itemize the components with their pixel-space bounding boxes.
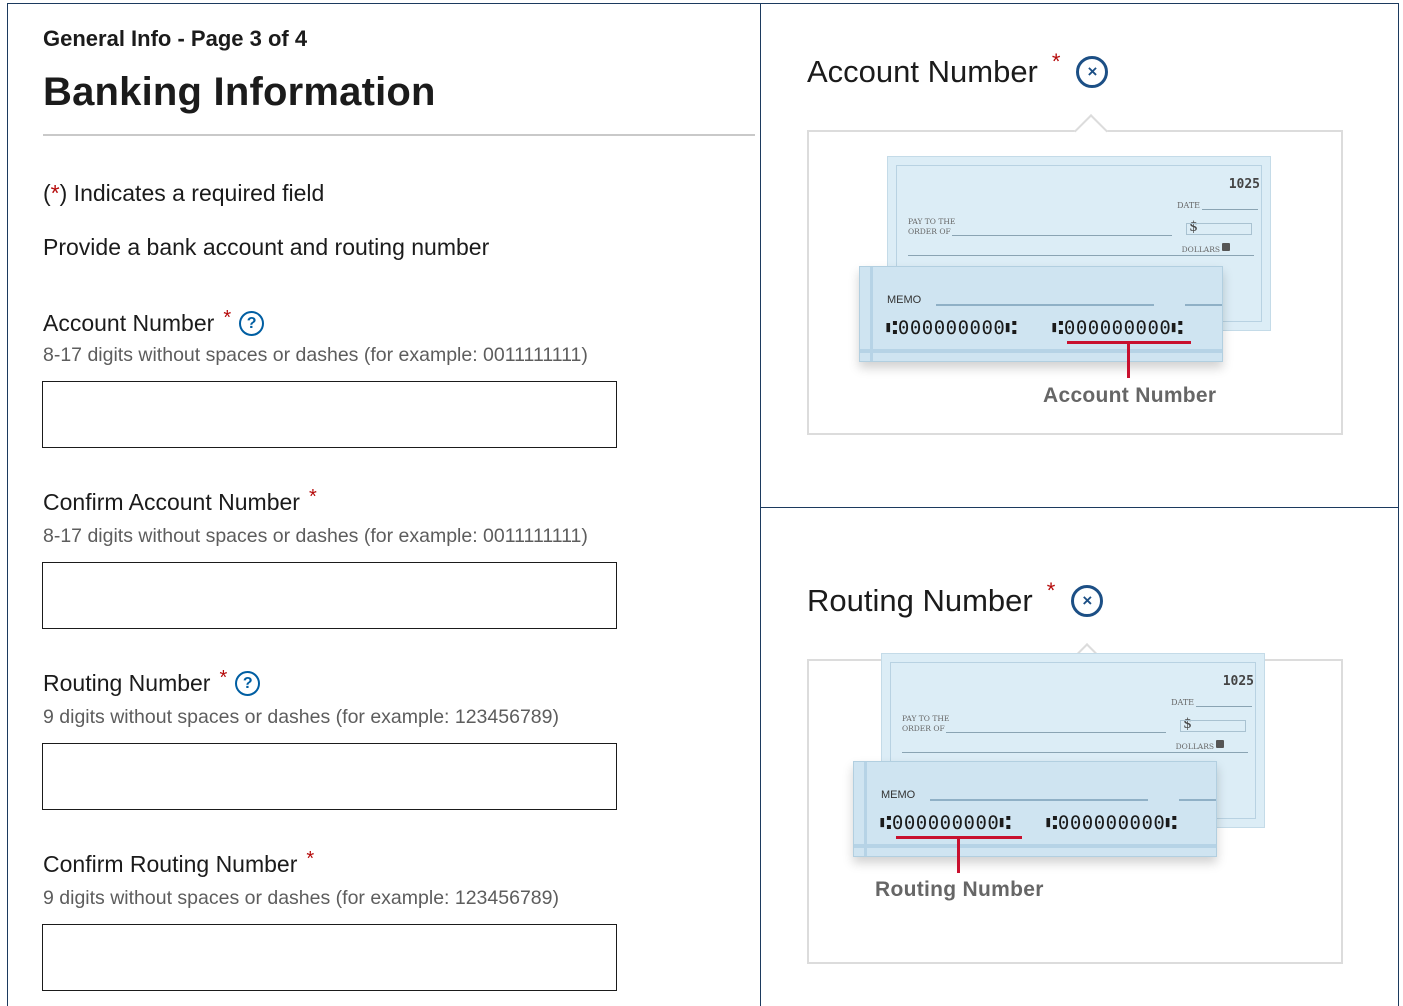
- account-highlight-stem: [1127, 342, 1130, 378]
- confirm-account-number-hint: 8-17 digits without spaces or dashes (fo…: [43, 525, 588, 547]
- required-note-text: ) Indicates a required field: [59, 180, 325, 206]
- close-icon[interactable]: ×: [1076, 56, 1109, 88]
- account-number-hint: 8-17 digits without spaces or dashes (fo…: [43, 344, 588, 366]
- check-date-line: [1196, 706, 1252, 707]
- routing-number-label: Routing Number * ?: [43, 667, 261, 697]
- check-edge: [870, 267, 873, 361]
- step-indicator: General Info - Page 3 of 4: [43, 26, 308, 51]
- check-pay-to-label: PAY TO THE ORDER OF: [902, 714, 949, 734]
- banking-form-panel: General Info - Page 3 of 4 Banking Infor…: [7, 3, 761, 1006]
- check-date-line: [1202, 209, 1258, 210]
- title-divider: [43, 134, 755, 136]
- account-number-help-icon[interactable]: ?: [239, 311, 265, 336]
- check-bottom-edge: [860, 349, 1222, 353]
- routing-number-hint: 9 digits without spaces or dashes (for e…: [43, 706, 559, 728]
- pay-to-line-1: PAY TO THE: [902, 714, 950, 723]
- lock-icon: [1222, 243, 1230, 251]
- check-front-illustration: MEMO ⑆000000000⑆ ⑆000000000⑆: [853, 761, 1217, 857]
- pay-to-line-1: PAY TO THE: [908, 217, 956, 226]
- check-memo-label: MEMO: [881, 789, 916, 801]
- account-callout-label: Account Number: [1043, 384, 1217, 407]
- lock-icon: [1216, 740, 1224, 748]
- check-pay-to-label: PAY TO THE ORDER OF: [908, 217, 955, 237]
- check-routing-micr: ⑆000000000⑆: [880, 812, 1012, 834]
- pay-to-line-2: ORDER OF: [902, 724, 945, 733]
- check-payee-line: [952, 235, 1172, 236]
- check-account-micr: ⑆000000000⑆: [1052, 317, 1184, 339]
- check-amount-box: [1186, 223, 1252, 235]
- check-front-illustration: MEMO ⑆000000000⑆ ⑆000000000⑆: [859, 266, 1223, 362]
- check-number: 1025: [1228, 177, 1260, 192]
- confirm-routing-number-label: Confirm Routing Number *: [43, 848, 315, 878]
- account-number-input[interactable]: [42, 381, 617, 448]
- confirm-account-number-label-text: Confirm Account Number: [43, 489, 300, 515]
- routing-highlight-stem: [957, 837, 960, 873]
- routing-tooltip-box: 1025 DATE PAY TO THE ORDER OF $ DOLLARS M…: [807, 643, 1343, 964]
- confirm-account-number-input[interactable]: [42, 562, 617, 629]
- required-note-paren-open: (: [43, 180, 51, 206]
- check-memo-line: [930, 799, 1148, 801]
- check-dollars-label: DOLLARS: [1175, 742, 1214, 751]
- required-star: *: [308, 486, 317, 508]
- check-memo-line: [936, 304, 1154, 306]
- routing-tooltip-heading: Routing Number * ×: [807, 578, 1104, 619]
- check-payee-line: [946, 732, 1166, 733]
- required-star: *: [50, 180, 60, 206]
- check-memo-label: MEMO: [887, 294, 922, 306]
- close-icon[interactable]: ×: [1071, 585, 1104, 617]
- required-star: *: [306, 848, 315, 870]
- account-number-tooltip-panel: Account Number * × 1025 DATE PAY TO THE O…: [760, 3, 1399, 508]
- check-edge: [864, 762, 867, 856]
- check-account-micr: ⑆000000000⑆: [1046, 812, 1178, 834]
- account-tooltip-box: 1025 DATE PAY TO THE ORDER OF $ DOLLARS M…: [807, 114, 1343, 435]
- check-signature-line: [1185, 304, 1222, 306]
- check-date-label: DATE: [1171, 698, 1194, 707]
- check-signature-line: [1179, 799, 1216, 801]
- tooltip-caret: [1074, 114, 1108, 148]
- pay-to-line-2: ORDER OF: [908, 227, 951, 236]
- confirm-routing-number-input[interactable]: [42, 924, 617, 991]
- check-routing-micr: ⑆000000000⑆: [886, 317, 1018, 339]
- check-amount-box: [1180, 720, 1246, 732]
- check-number: 1025: [1222, 674, 1254, 689]
- account-number-label-text: Account Number: [43, 310, 215, 336]
- check-date-label: DATE: [1177, 201, 1200, 210]
- confirm-account-number-label: Confirm Account Number *: [43, 486, 317, 516]
- check-amount-line: [908, 255, 1254, 256]
- routing-callout-label: Routing Number: [875, 878, 1044, 901]
- required-star: *: [1046, 578, 1056, 603]
- required-field-note: (*) Indicates a required field: [43, 180, 324, 207]
- confirm-routing-number-hint: 9 digits without spaces or dashes (for e…: [43, 887, 559, 909]
- check-dollars-label: DOLLARS: [1181, 245, 1220, 254]
- routing-tooltip-title: Routing Number: [807, 583, 1033, 618]
- account-tooltip-title: Account Number: [807, 54, 1038, 89]
- confirm-routing-number-label-text: Confirm Routing Number: [43, 851, 298, 877]
- routing-number-tooltip-panel: Routing Number * × 1025 DATE PAY TO THE O…: [760, 507, 1399, 1006]
- required-star: *: [219, 667, 228, 689]
- routing-number-input[interactable]: [42, 743, 617, 810]
- required-star: *: [1051, 49, 1061, 74]
- check-amount-line: [902, 752, 1248, 753]
- routing-number-help-icon[interactable]: ?: [235, 671, 261, 696]
- form-instructions: Provide a bank account and routing numbe…: [43, 234, 490, 260]
- check-bottom-edge: [854, 844, 1216, 848]
- routing-number-label-text: Routing Number: [43, 670, 211, 696]
- page-title: Banking Information: [43, 70, 436, 114]
- account-number-label: Account Number * ?: [43, 307, 265, 337]
- required-star: *: [223, 307, 232, 329]
- account-tooltip-heading: Account Number * ×: [807, 49, 1109, 90]
